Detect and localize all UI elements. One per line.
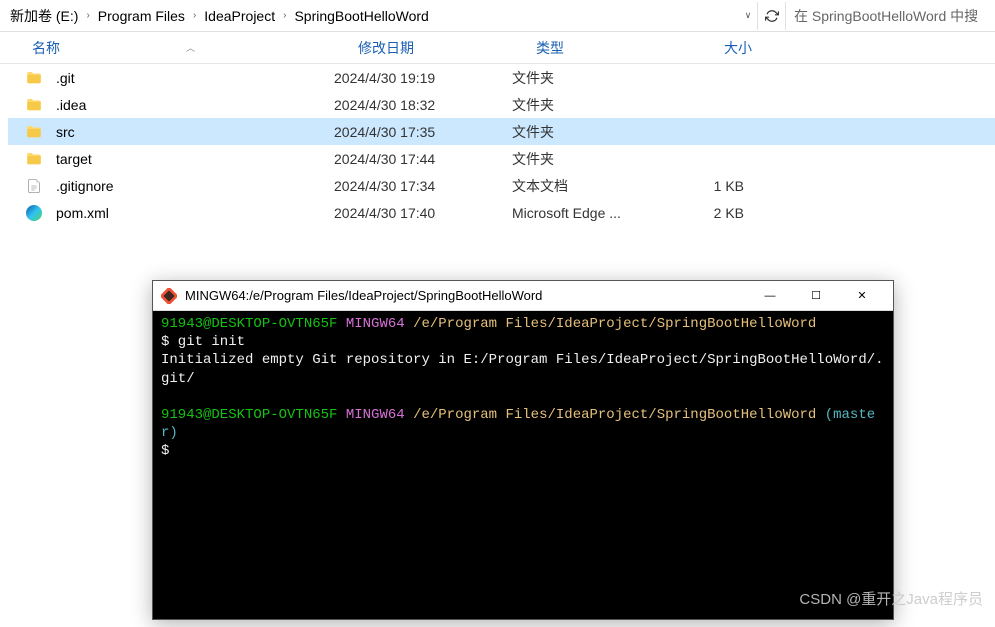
column-header-name[interactable]: 名称︿: [24, 34, 350, 62]
file-row[interactable]: .idea 2024/4/30 18:32文件夹: [8, 91, 995, 118]
terminal-line: $ git init: [161, 333, 885, 351]
column-header-type[interactable]: 类型: [528, 34, 680, 62]
breadcrumb-segment[interactable]: SpringBootHelloWord: [288, 4, 434, 28]
folder-icon: [24, 122, 44, 142]
column-header-date[interactable]: 修改日期: [350, 34, 528, 62]
minimize-button[interactable]: —: [747, 281, 793, 311]
edge-icon: [24, 203, 44, 223]
terminal-titlebar[interactable]: MINGW64:/e/Program Files/IdeaProject/Spr…: [153, 281, 893, 311]
column-header-size[interactable]: 大小: [680, 34, 760, 62]
file-date: 2024/4/30 17:44: [334, 151, 512, 167]
file-type: 文件夹: [512, 95, 664, 115]
chevron-right-icon: ›: [191, 10, 198, 21]
file-name: .gitignore: [56, 178, 114, 194]
folder-icon: [24, 149, 44, 169]
folder-icon: [24, 68, 44, 88]
file-date: 2024/4/30 17:34: [334, 178, 512, 194]
breadcrumb-segment[interactable]: IdeaProject: [198, 4, 281, 28]
terminal-line: 91943@DESKTOP-OVTN65F MINGW64 /e/Program…: [161, 406, 885, 442]
file-row[interactable]: .git 2024/4/30 19:19文件夹: [8, 64, 995, 91]
git-bash-icon: [161, 288, 177, 304]
file-date: 2024/4/30 18:32: [334, 97, 512, 113]
refresh-button[interactable]: [757, 2, 785, 30]
file-name: .idea: [56, 97, 86, 113]
file-name: target: [56, 151, 92, 167]
file-icon: [24, 176, 44, 196]
terminal-line: $: [161, 442, 885, 460]
folder-icon: [24, 95, 44, 115]
file-size: 2 KB: [664, 205, 744, 221]
breadcrumb-segment[interactable]: Program Files: [92, 4, 191, 28]
chevron-right-icon: ›: [281, 10, 288, 21]
breadcrumb[interactable]: 新加卷 (E:)›Program Files›IdeaProject›Sprin…: [0, 2, 739, 30]
file-date: 2024/4/30 17:35: [334, 124, 512, 140]
file-row[interactable]: pom.xml 2024/4/30 17:40Microsoft Edge ...…: [8, 199, 995, 226]
column-header-row: 名称︿ 修改日期 类型 大小: [0, 32, 995, 64]
terminal-window: MINGW64:/e/Program Files/IdeaProject/Spr…: [152, 280, 894, 620]
file-size: 1 KB: [664, 178, 744, 194]
search-input[interactable]: 在 SpringBootHelloWord 中搜: [785, 2, 995, 30]
file-type: 文本文档: [512, 176, 664, 196]
terminal-line: Initialized empty Git repository in E:/P…: [161, 351, 885, 387]
breadcrumb-dropdown[interactable]: ∨: [739, 2, 757, 30]
sort-indicator-icon: ︿: [186, 41, 195, 54]
terminal-body[interactable]: 91943@DESKTOP-OVTN65F MINGW64 /e/Program…: [153, 311, 893, 619]
file-type: 文件夹: [512, 68, 664, 88]
file-row[interactable]: .gitignore 2024/4/30 17:34文本文档1 KB: [8, 172, 995, 199]
file-date: 2024/4/30 17:40: [334, 205, 512, 221]
terminal-line: 91943@DESKTOP-OVTN65F MINGW64 /e/Program…: [161, 315, 885, 333]
file-date: 2024/4/30 19:19: [334, 70, 512, 86]
terminal-title: MINGW64:/e/Program Files/IdeaProject/Spr…: [185, 288, 747, 303]
file-row[interactable]: target 2024/4/30 17:44文件夹: [8, 145, 995, 172]
file-type: Microsoft Edge ...: [512, 205, 664, 221]
chevron-right-icon: ›: [84, 10, 91, 21]
address-bar: 新加卷 (E:)›Program Files›IdeaProject›Sprin…: [0, 0, 995, 32]
breadcrumb-segment[interactable]: 新加卷 (E:): [4, 2, 84, 30]
file-name: .git: [56, 70, 75, 86]
file-list: .git2024/4/30 19:19文件夹.idea2024/4/30 18:…: [0, 64, 995, 226]
file-type: 文件夹: [512, 122, 664, 142]
file-name: src: [56, 124, 75, 140]
file-row[interactable]: src 2024/4/30 17:35文件夹: [8, 118, 995, 145]
file-name: pom.xml: [56, 205, 109, 221]
maximize-button[interactable]: ☐: [793, 281, 839, 311]
file-type: 文件夹: [512, 149, 664, 169]
close-button[interactable]: ✕: [839, 281, 885, 311]
terminal-line: [161, 388, 885, 406]
